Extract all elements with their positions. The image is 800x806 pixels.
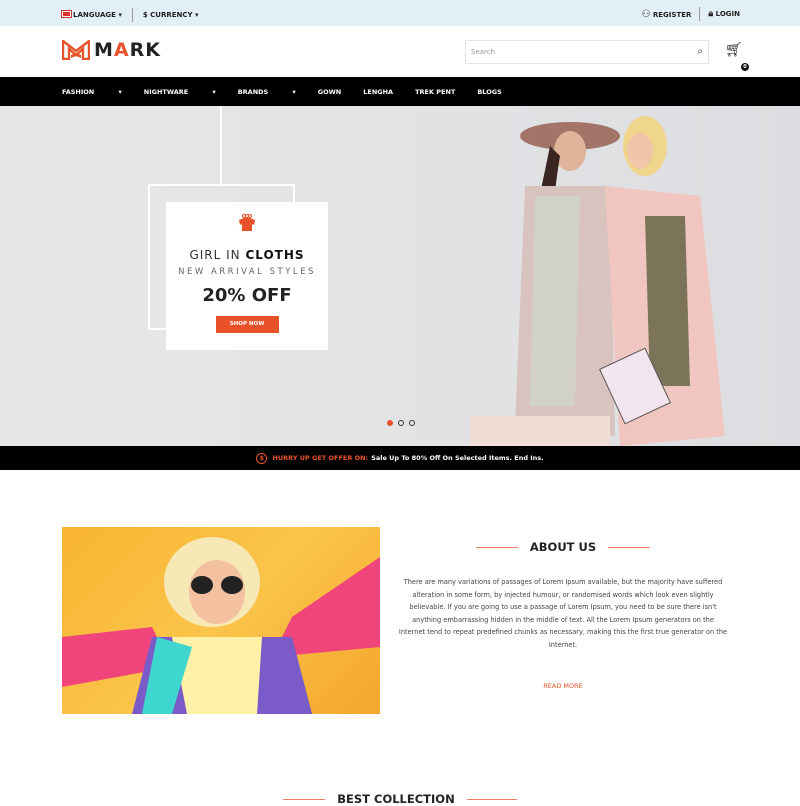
best-collection-title: BEST COLLECTION bbox=[0, 792, 800, 806]
hero-models-image bbox=[470, 116, 725, 446]
about-text: There are many variations of passages of… bbox=[398, 578, 728, 649]
nav-item-brands[interactable]: BRANDS ▾ bbox=[238, 88, 296, 96]
flag-icon bbox=[61, 10, 72, 18]
decorative-line bbox=[220, 106, 222, 186]
about-section: ABOUT US There are many variations of pa… bbox=[398, 540, 728, 690]
nav-item-gown[interactable]: GOWN bbox=[318, 88, 341, 96]
hero-card: GIRL IN CLOTHS NEW ARRIVAL STYLES 20% OF… bbox=[166, 202, 328, 350]
nav-item-fashion[interactable]: FASHION ▾ bbox=[62, 88, 122, 96]
cart-count-badge: 0 bbox=[741, 63, 749, 71]
top-bar: LANGUAGE ▾ $ CURRENCY ▾ ⚇ REGISTER 🔒︎ LO… bbox=[0, 0, 800, 26]
hero-subtitle: NEW ARRIVAL STYLES bbox=[178, 267, 316, 277]
divider bbox=[131, 8, 133, 22]
login-link[interactable]: 🔒︎ LOGIN bbox=[708, 9, 740, 19]
best-collection-section: BEST COLLECTION bbox=[0, 792, 800, 806]
hero-title: GIRL IN CLOTHS bbox=[189, 248, 305, 262]
slide-dot-3[interactable] bbox=[409, 420, 415, 426]
nav-item-trek-pent[interactable]: TREK PENT bbox=[415, 88, 455, 96]
hero-offer: 20% OFF bbox=[202, 285, 292, 306]
nav-item-lengha[interactable]: LENGHA bbox=[363, 88, 393, 96]
search-icon[interactable]: ⌕ bbox=[697, 46, 703, 57]
search-input[interactable]: Search ⌕ bbox=[465, 40, 709, 64]
user-plus-icon: ⚇ bbox=[641, 8, 651, 20]
offer-icon: $ bbox=[256, 452, 268, 464]
lock-icon: 🔒︎ bbox=[708, 9, 714, 19]
shop-now-button[interactable]: SHOP NOW bbox=[215, 316, 279, 333]
divider bbox=[699, 7, 701, 21]
language-selector[interactable]: LANGUAGE ▾ bbox=[61, 10, 122, 19]
about-title: ABOUT US bbox=[398, 540, 728, 554]
slide-dot-2[interactable] bbox=[398, 420, 404, 426]
logo-icon bbox=[62, 40, 90, 60]
shirt-icon bbox=[239, 214, 255, 231]
read-more-link[interactable]: READ MORE bbox=[398, 682, 728, 690]
register-link[interactable]: ⚇ REGISTER bbox=[641, 9, 691, 20]
header: M A RK Search ⌕ 🛒︎ 0 bbox=[0, 26, 800, 77]
nav-item-nightware[interactable]: NIGHTWARE ▾ bbox=[144, 88, 216, 96]
currency-selector[interactable]: $ CURRENCY ▾ bbox=[143, 11, 199, 19]
offer-bar: $ HURRY UP GET OFFER ON: Sale Up To 80% … bbox=[0, 446, 800, 470]
about-image bbox=[62, 527, 380, 714]
logo[interactable]: M A RK bbox=[62, 39, 161, 61]
main-nav: FASHION ▾ NIGHTWARE ▾ BRANDS ▾ GOWN LENG… bbox=[0, 77, 800, 106]
cart-icon[interactable]: 🛒︎ bbox=[725, 42, 743, 58]
hero-slider: GIRL IN CLOTHS NEW ARRIVAL STYLES 20% OF… bbox=[0, 106, 800, 446]
slide-dot-1[interactable] bbox=[387, 420, 393, 426]
slider-dots bbox=[387, 420, 415, 426]
nav-item-blogs[interactable]: BLOGS bbox=[477, 88, 501, 96]
